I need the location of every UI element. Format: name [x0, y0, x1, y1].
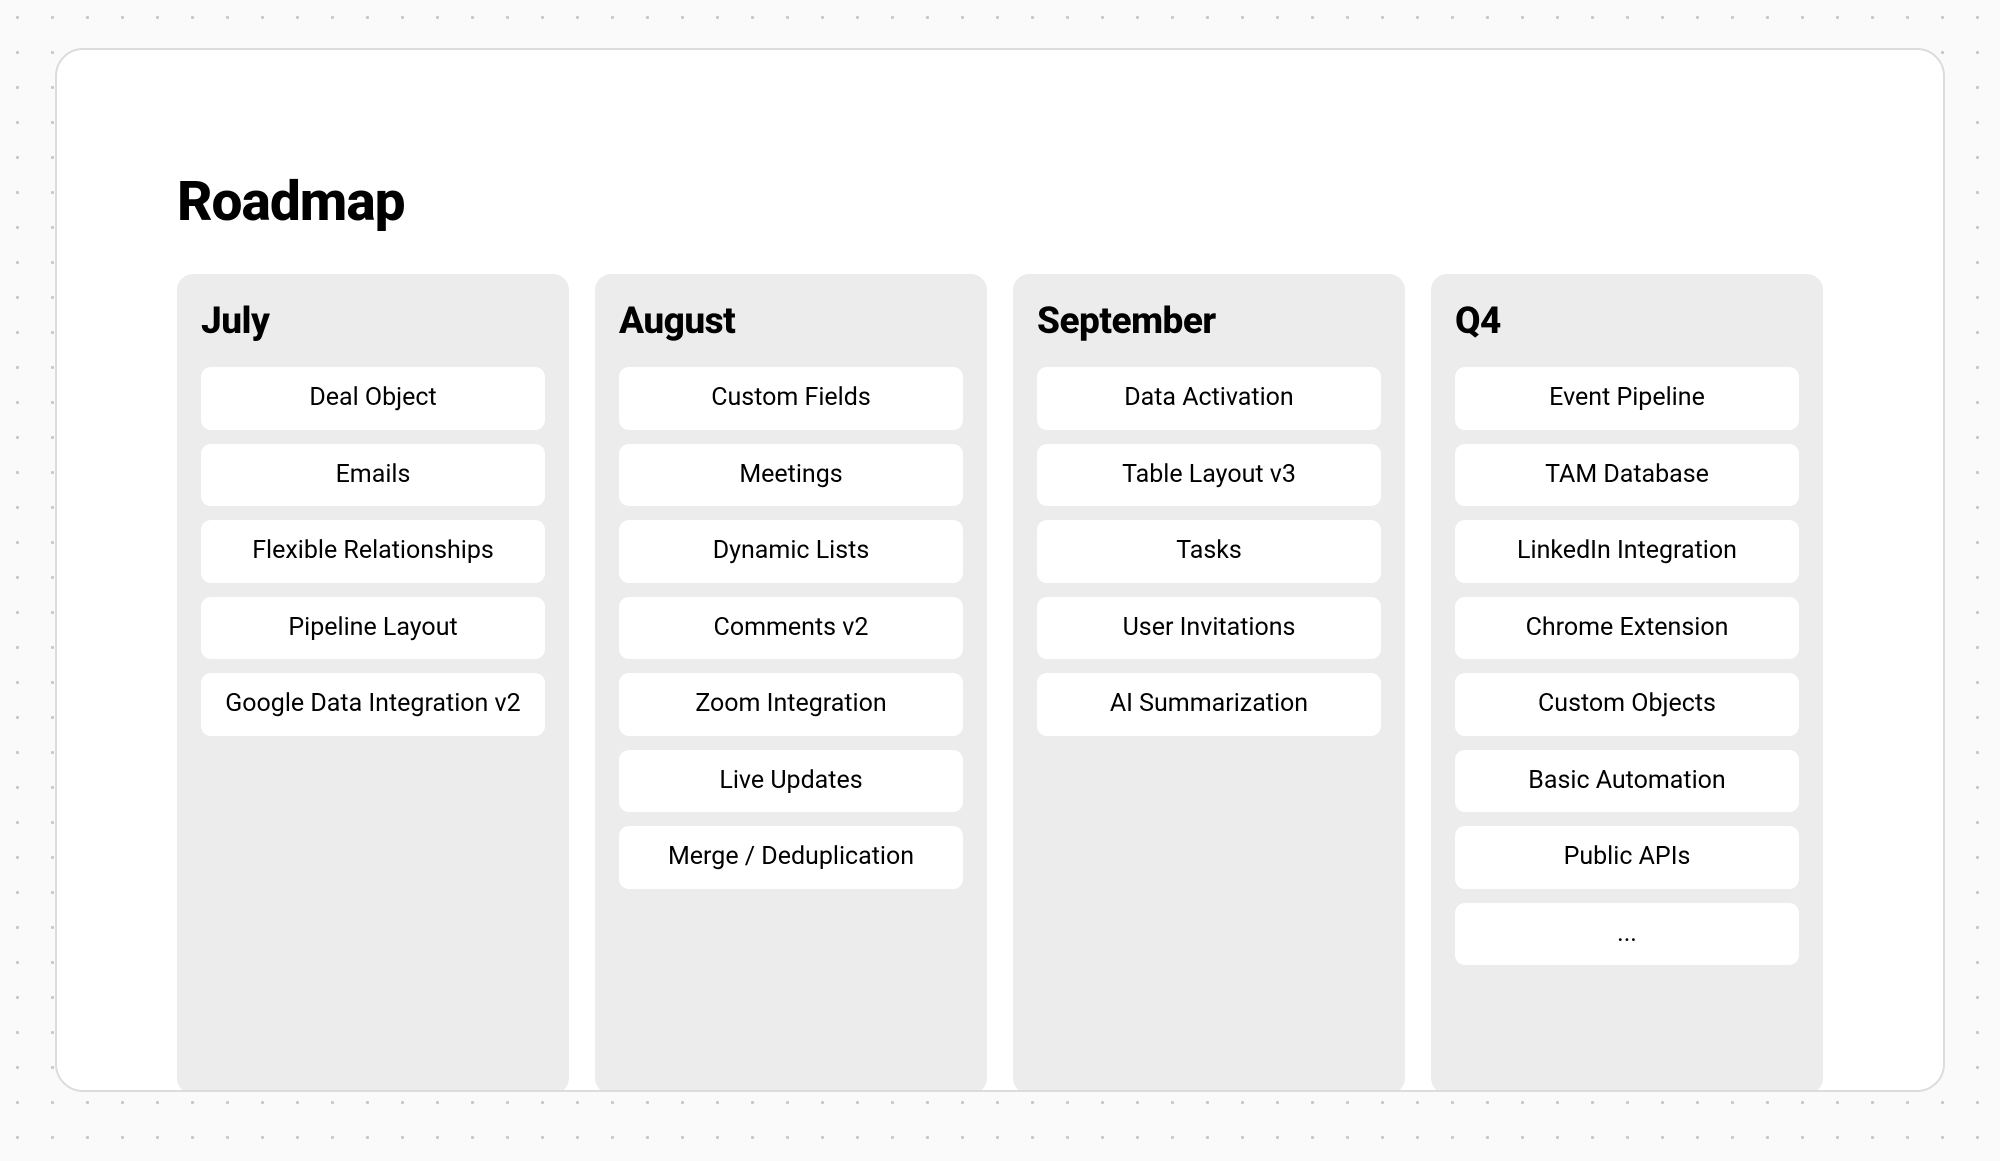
- cards-list: Custom Fields Meetings Dynamic Lists Com…: [619, 367, 963, 889]
- roadmap-card-more[interactable]: ...: [1455, 903, 1799, 966]
- roadmap-card[interactable]: Meetings: [619, 444, 963, 507]
- roadmap-card[interactable]: Tasks: [1037, 520, 1381, 583]
- roadmap-card[interactable]: Emails: [201, 444, 545, 507]
- column-september: September Data Activation Table Layout v…: [1013, 274, 1405, 1092]
- roadmap-card[interactable]: Google Data Integration v2: [201, 673, 545, 736]
- roadmap-card[interactable]: Table Layout v3: [1037, 444, 1381, 507]
- roadmap-card[interactable]: Chrome Extension: [1455, 597, 1799, 660]
- columns-container: July Deal Object Emails Flexible Relatio…: [177, 274, 1823, 1092]
- roadmap-card[interactable]: Deal Object: [201, 367, 545, 430]
- roadmap-card[interactable]: Live Updates: [619, 750, 963, 813]
- cards-list: Data Activation Table Layout v3 Tasks Us…: [1037, 367, 1381, 736]
- roadmap-card[interactable]: Merge / Deduplication: [619, 826, 963, 889]
- roadmap-card[interactable]: Basic Automation: [1455, 750, 1799, 813]
- roadmap-card[interactable]: Comments v2: [619, 597, 963, 660]
- roadmap-card[interactable]: TAM Database: [1455, 444, 1799, 507]
- roadmap-card[interactable]: Dynamic Lists: [619, 520, 963, 583]
- roadmap-card[interactable]: Flexible Relationships: [201, 520, 545, 583]
- roadmap-frame: Roadmap July Deal Object Emails Flexible…: [55, 48, 1945, 1092]
- column-title: Q4: [1455, 300, 1799, 343]
- roadmap-card[interactable]: Pipeline Layout: [201, 597, 545, 660]
- column-august: August Custom Fields Meetings Dynamic Li…: [595, 274, 987, 1092]
- column-q4: Q4 Event Pipeline TAM Database LinkedIn …: [1431, 274, 1823, 1092]
- column-title: August: [619, 300, 963, 343]
- cards-list: Deal Object Emails Flexible Relationship…: [201, 367, 545, 736]
- column-july: July Deal Object Emails Flexible Relatio…: [177, 274, 569, 1092]
- roadmap-card[interactable]: Data Activation: [1037, 367, 1381, 430]
- roadmap-card[interactable]: User Invitations: [1037, 597, 1381, 660]
- roadmap-card[interactable]: Zoom Integration: [619, 673, 963, 736]
- column-title: September: [1037, 300, 1381, 343]
- cards-list: Event Pipeline TAM Database LinkedIn Int…: [1455, 367, 1799, 965]
- roadmap-card[interactable]: Custom Objects: [1455, 673, 1799, 736]
- roadmap-card[interactable]: LinkedIn Integration: [1455, 520, 1799, 583]
- roadmap-card[interactable]: AI Summarization: [1037, 673, 1381, 736]
- roadmap-card[interactable]: Event Pipeline: [1455, 367, 1799, 430]
- roadmap-card[interactable]: Public APIs: [1455, 826, 1799, 889]
- roadmap-content: Roadmap July Deal Object Emails Flexible…: [57, 50, 1943, 1092]
- column-title: July: [201, 300, 545, 343]
- page-title: Roadmap: [177, 170, 1823, 234]
- roadmap-card[interactable]: Custom Fields: [619, 367, 963, 430]
